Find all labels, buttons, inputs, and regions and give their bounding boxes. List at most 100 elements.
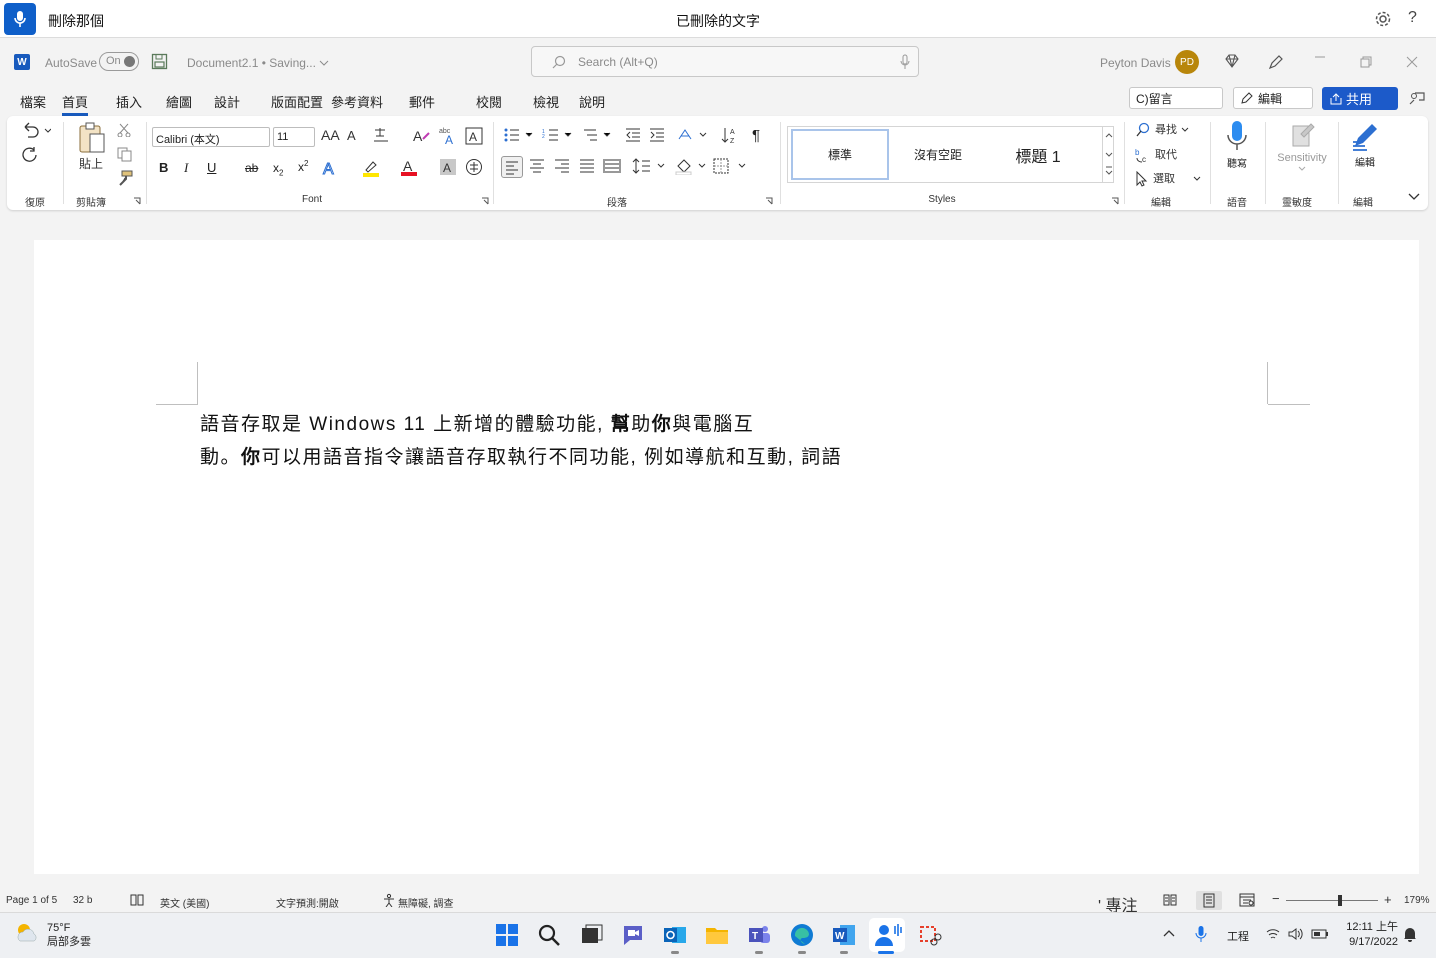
zoom-slider-thumb[interactable] — [1338, 895, 1342, 906]
distributed-icon[interactable] — [603, 158, 621, 174]
document-name[interactable]: Document2.1 • Saving... — [187, 56, 329, 70]
file-explorer-icon[interactable] — [704, 922, 730, 948]
zoom-slider[interactable] — [1286, 900, 1378, 901]
shading-icon[interactable] — [675, 157, 709, 175]
help-icon[interactable]: ? — [1408, 9, 1417, 27]
print-layout-icon[interactable] — [1196, 891, 1222, 910]
enclose-characters-icon[interactable] — [465, 158, 483, 176]
clear-formatting-icon[interactable]: A — [413, 127, 431, 145]
document-page[interactable] — [34, 240, 1419, 874]
tab-review[interactable]: 校閱 — [476, 92, 502, 111]
gear-icon[interactable] — [1374, 10, 1392, 28]
teams-chat-icon[interactable] — [620, 922, 646, 948]
text-direction-icon[interactable] — [677, 127, 707, 143]
align-left-icon[interactable] — [501, 156, 523, 178]
feedback-icon[interactable] — [1408, 90, 1426, 108]
tab-draw[interactable]: 繪圖 — [166, 92, 192, 111]
highlight-color-icon[interactable] — [362, 159, 380, 177]
word-count[interactable]: 32 b — [73, 895, 92, 906]
redo-icon[interactable] — [21, 146, 39, 164]
close-icon[interactable] — [1406, 56, 1418, 68]
italic-icon[interactable]: I — [184, 160, 188, 176]
tab-file[interactable]: 檔案 — [20, 92, 46, 111]
paragraph-launcher-icon[interactable] — [765, 197, 773, 205]
zoom-in-icon[interactable]: + — [1384, 892, 1392, 907]
sort-icon[interactable]: AZ — [721, 126, 739, 144]
share-button[interactable]: 共用 — [1322, 87, 1398, 110]
microphone-icon[interactable] — [900, 54, 910, 70]
sensitivity-button[interactable]: Sensitivity — [1273, 120, 1331, 172]
zoom-out-icon[interactable]: − — [1272, 891, 1280, 906]
clipboard-launcher-icon[interactable] — [133, 197, 141, 205]
restore-icon[interactable] — [1360, 56, 1372, 68]
bullets-icon[interactable] — [503, 128, 533, 142]
diamond-icon[interactable] — [1224, 53, 1240, 69]
document-line-2[interactable]: 動。你可以用語音指令讓語音存取執行不同功能, 例如導航和互動, 詞語 — [200, 442, 842, 469]
copy-icon[interactable] — [117, 147, 132, 162]
search-box[interactable]: Search (Alt+Q) — [531, 46, 919, 77]
show-formatting-marks-icon[interactable]: ¶ — [752, 127, 760, 144]
autosave-toggle[interactable]: On — [99, 52, 139, 71]
phonetic-guide-icon[interactable] — [372, 126, 390, 144]
underline-icon[interactable]: U — [207, 160, 216, 175]
style-normal[interactable]: 標準 — [791, 129, 889, 180]
microphone-icon[interactable] — [1195, 925, 1207, 943]
replace-button[interactable]: bc 取代 — [1135, 147, 1177, 163]
justify-icon[interactable] — [578, 158, 596, 174]
increase-indent-icon[interactable] — [649, 128, 665, 142]
align-center-icon[interactable] — [528, 158, 546, 174]
web-layout-icon[interactable] — [1239, 893, 1255, 907]
tab-view[interactable]: 檢視 — [533, 92, 559, 111]
zoom-level[interactable]: 179% — [1404, 895, 1430, 906]
outlook-icon[interactable] — [662, 922, 688, 948]
borders-icon[interactable] — [713, 158, 747, 174]
phonetic-guide-icon-2[interactable]: abc A — [439, 127, 457, 145]
select-button[interactable]: 選取 — [1135, 171, 1201, 187]
undo-icon[interactable] — [21, 121, 51, 139]
tab-insert[interactable]: 插入 — [116, 92, 142, 111]
tab-layout[interactable]: 版面配置 — [271, 92, 323, 111]
paste-button[interactable]: 貼上 — [77, 121, 107, 170]
battery-icon[interactable] — [1311, 929, 1329, 939]
task-view-icon[interactable] — [578, 922, 604, 948]
character-border-icon[interactable]: A — [465, 127, 483, 145]
find-button[interactable]: 尋找 — [1135, 122, 1189, 138]
numbering-icon[interactable]: 12 — [542, 128, 572, 142]
avatar[interactable]: PD — [1175, 50, 1199, 74]
snipping-tool-icon[interactable] — [916, 922, 942, 948]
font-name-select[interactable]: Calibri (本文) — [152, 127, 270, 147]
tab-help[interactable]: 說明 — [579, 92, 605, 111]
pen-icon[interactable] — [1267, 53, 1285, 71]
tab-mailings[interactable]: 郵件 — [409, 92, 435, 111]
clock[interactable]: 12:11 上午 9/17/2022 — [1338, 920, 1398, 950]
font-launcher-icon[interactable] — [481, 197, 489, 205]
language-status[interactable]: 英文 (美國) — [160, 895, 209, 910]
styles-launcher-icon[interactable] — [1111, 197, 1119, 205]
bold-icon[interactable]: B — [159, 160, 168, 175]
editing-mode-button[interactable]: 編輯 — [1233, 87, 1313, 109]
edge-icon[interactable] — [789, 922, 815, 948]
voice-access-taskbar-icon[interactable] — [869, 918, 905, 952]
styles-scroll[interactable] — [1102, 127, 1114, 182]
chevron-up-icon[interactable] — [1162, 928, 1176, 938]
editor-button[interactable]: 編輯 — [1345, 120, 1385, 169]
font-color-icon[interactable]: A — [400, 158, 418, 176]
start-icon[interactable] — [494, 922, 520, 948]
superscript-icon[interactable]: x2 — [298, 159, 308, 174]
search-icon[interactable] — [536, 922, 562, 948]
style-heading-1[interactable]: 標題 1 — [986, 129, 1090, 180]
strikethrough-icon[interactable]: ab — [245, 161, 258, 175]
wifi-icon[interactable] — [1266, 928, 1280, 940]
teams-icon[interactable]: T — [746, 922, 772, 948]
format-painter-icon[interactable] — [117, 170, 133, 186]
decrease-indent-icon[interactable] — [625, 128, 641, 142]
page-count[interactable]: Page 1 of 5 — [6, 895, 57, 906]
document-line-1[interactable]: 語音存取是 Windows 11 上新增的體驗功能, 幫助你與電腦互 — [200, 409, 754, 436]
character-shading-icon[interactable]: A — [440, 159, 456, 175]
tab-home[interactable]: 首頁 — [62, 92, 89, 116]
ribbon-collapse-icon[interactable] — [1407, 192, 1421, 202]
notification-icon[interactable] — [1403, 926, 1417, 942]
text-prediction-status[interactable]: 文字預測:開啟 — [276, 895, 339, 910]
save-icon[interactable] — [151, 53, 168, 70]
subscript-icon[interactable]: x2 — [273, 161, 283, 177]
